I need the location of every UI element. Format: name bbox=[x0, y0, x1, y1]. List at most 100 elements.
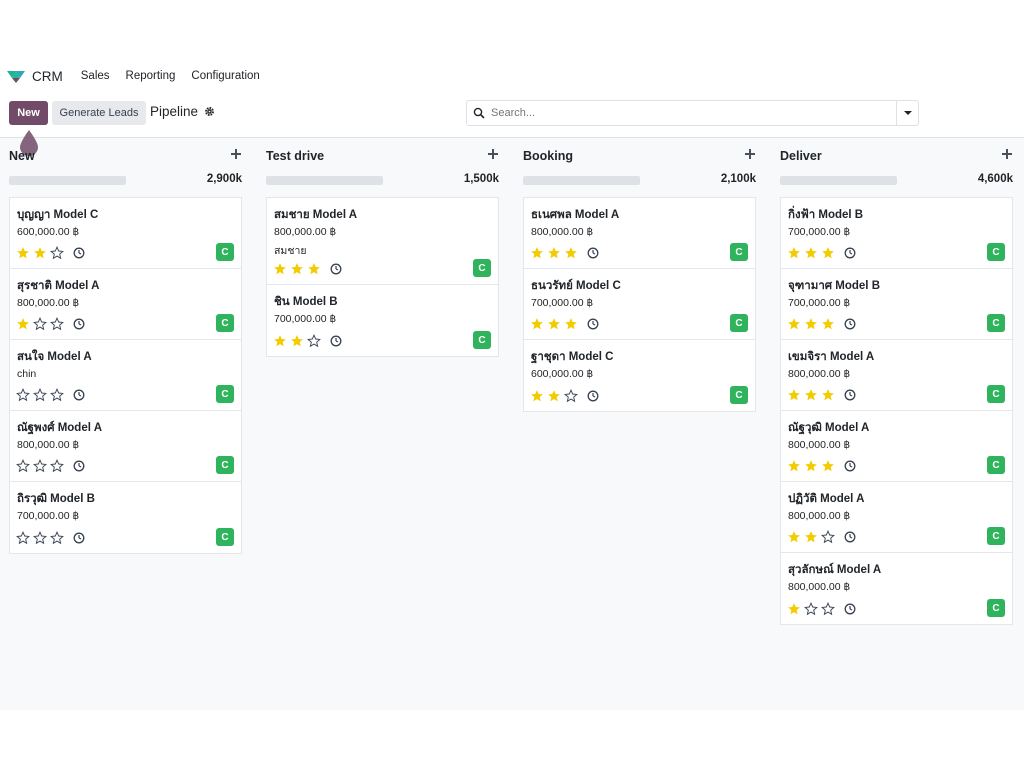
kanban-card[interactable]: ธเนศพล Model A 800,000.00 ฿ C bbox=[524, 198, 755, 269]
star-empty-icon[interactable] bbox=[33, 531, 47, 545]
star-filled-icon[interactable] bbox=[787, 530, 801, 544]
add-icon[interactable] bbox=[1002, 149, 1012, 159]
avatar[interactable]: C bbox=[987, 385, 1005, 403]
column-progress-bar[interactable] bbox=[9, 176, 126, 185]
star-empty-icon[interactable] bbox=[50, 531, 64, 545]
star-filled-icon[interactable] bbox=[787, 388, 801, 402]
star-filled-icon[interactable] bbox=[33, 246, 47, 260]
star-filled-icon[interactable] bbox=[530, 246, 544, 260]
search-options-toggle[interactable] bbox=[896, 100, 919, 126]
column-progress-bar[interactable] bbox=[780, 176, 897, 185]
star-filled-icon[interactable] bbox=[787, 246, 801, 260]
clock-icon[interactable] bbox=[844, 389, 856, 401]
clock-icon[interactable] bbox=[73, 532, 85, 544]
clock-icon[interactable] bbox=[844, 531, 856, 543]
star-empty-icon[interactable] bbox=[564, 389, 578, 403]
clock-icon[interactable] bbox=[330, 263, 342, 275]
add-icon[interactable] bbox=[231, 149, 241, 159]
column-title[interactable]: Booking bbox=[523, 149, 573, 163]
star-filled-icon[interactable] bbox=[804, 459, 818, 473]
star-empty-icon[interactable] bbox=[16, 531, 30, 545]
star-filled-icon[interactable] bbox=[821, 459, 835, 473]
avatar[interactable]: C bbox=[216, 528, 234, 546]
kanban-card[interactable]: สมชาย Model A 800,000.00 ฿สมชาย C bbox=[267, 198, 498, 285]
add-icon[interactable] bbox=[488, 149, 498, 159]
crm-logo-icon[interactable] bbox=[6, 66, 26, 86]
avatar[interactable]: C bbox=[216, 385, 234, 403]
star-filled-icon[interactable] bbox=[804, 530, 818, 544]
kanban-card[interactable]: เขมจิรา Model A 800,000.00 ฿ C bbox=[781, 340, 1012, 411]
avatar[interactable]: C bbox=[216, 456, 234, 474]
column-title[interactable]: Deliver bbox=[780, 149, 822, 163]
clock-icon[interactable] bbox=[587, 247, 599, 259]
column-title[interactable]: Test drive bbox=[266, 149, 324, 163]
star-empty-icon[interactable] bbox=[50, 459, 64, 473]
avatar[interactable]: C bbox=[987, 314, 1005, 332]
star-filled-icon[interactable] bbox=[273, 262, 287, 276]
star-filled-icon[interactable] bbox=[564, 246, 578, 260]
clock-icon[interactable] bbox=[844, 318, 856, 330]
avatar[interactable]: C bbox=[216, 314, 234, 332]
star-filled-icon[interactable] bbox=[547, 246, 561, 260]
menu-sales[interactable]: Sales bbox=[81, 70, 110, 82]
kanban-card[interactable]: ณัฐวุฒิ Model A 800,000.00 ฿ C bbox=[781, 411, 1012, 482]
star-filled-icon[interactable] bbox=[821, 388, 835, 402]
column-progress-bar[interactable] bbox=[523, 176, 640, 185]
avatar[interactable]: C bbox=[216, 243, 234, 261]
avatar[interactable]: C bbox=[473, 259, 491, 277]
clock-icon[interactable] bbox=[844, 460, 856, 472]
star-filled-icon[interactable] bbox=[804, 246, 818, 260]
avatar[interactable]: C bbox=[987, 599, 1005, 617]
search-box[interactable] bbox=[466, 100, 896, 126]
avatar[interactable]: C bbox=[730, 386, 748, 404]
menu-reporting[interactable]: Reporting bbox=[126, 70, 176, 82]
kanban-card[interactable]: ปฏิวัติ Model A 800,000.00 ฿ C bbox=[781, 482, 1012, 553]
star-filled-icon[interactable] bbox=[564, 317, 578, 331]
star-filled-icon[interactable] bbox=[787, 459, 801, 473]
avatar[interactable]: C bbox=[987, 456, 1005, 474]
star-filled-icon[interactable] bbox=[16, 246, 30, 260]
star-empty-icon[interactable] bbox=[50, 246, 64, 260]
search-input[interactable] bbox=[491, 107, 871, 119]
star-filled-icon[interactable] bbox=[787, 317, 801, 331]
star-filled-icon[interactable] bbox=[821, 317, 835, 331]
star-filled-icon[interactable] bbox=[804, 317, 818, 331]
kanban-card[interactable]: สนใจ Model A chin C bbox=[10, 340, 241, 411]
star-filled-icon[interactable] bbox=[290, 262, 304, 276]
avatar[interactable]: C bbox=[987, 527, 1005, 545]
star-empty-icon[interactable] bbox=[33, 459, 47, 473]
star-filled-icon[interactable] bbox=[530, 317, 544, 331]
star-empty-icon[interactable] bbox=[50, 388, 64, 402]
star-empty-icon[interactable] bbox=[307, 334, 321, 348]
kanban-card[interactable]: ณัฐพงศ์ Model A 800,000.00 ฿ C bbox=[10, 411, 241, 482]
add-icon[interactable] bbox=[745, 149, 755, 159]
gear-icon[interactable] bbox=[204, 106, 215, 117]
star-empty-icon[interactable] bbox=[50, 317, 64, 331]
menu-configuration[interactable]: Configuration bbox=[191, 70, 259, 82]
kanban-card[interactable]: กิ่งฟ้า Model B 700,000.00 ฿ C bbox=[781, 198, 1012, 269]
avatar[interactable]: C bbox=[730, 314, 748, 332]
star-empty-icon[interactable] bbox=[16, 459, 30, 473]
star-filled-icon[interactable] bbox=[821, 246, 835, 260]
star-filled-icon[interactable] bbox=[547, 317, 561, 331]
clock-icon[interactable] bbox=[844, 247, 856, 259]
clock-icon[interactable] bbox=[73, 460, 85, 472]
star-filled-icon[interactable] bbox=[547, 389, 561, 403]
clock-icon[interactable] bbox=[73, 389, 85, 401]
kanban-card[interactable]: ธนวรัทย์ Model C 700,000.00 ฿ C bbox=[524, 269, 755, 340]
app-name[interactable]: CRM bbox=[32, 69, 63, 84]
column-title[interactable]: New bbox=[9, 149, 35, 163]
kanban-card[interactable]: สุวลักษณ์ Model A 800,000.00 ฿ C bbox=[781, 553, 1012, 624]
kanban-card[interactable]: ฐาชุดา Model C 600,000.00 ฿ C bbox=[524, 340, 755, 411]
star-empty-icon[interactable] bbox=[821, 602, 835, 616]
star-filled-icon[interactable] bbox=[290, 334, 304, 348]
kanban-card[interactable]: บุญญา Model C 600,000.00 ฿ C bbox=[10, 198, 241, 269]
star-filled-icon[interactable] bbox=[804, 388, 818, 402]
clock-icon[interactable] bbox=[73, 318, 85, 330]
star-empty-icon[interactable] bbox=[804, 602, 818, 616]
clock-icon[interactable] bbox=[587, 390, 599, 402]
clock-icon[interactable] bbox=[73, 247, 85, 259]
kanban-card[interactable]: สุรชาติ Model A 800,000.00 ฿ C bbox=[10, 269, 241, 340]
clock-icon[interactable] bbox=[844, 603, 856, 615]
star-empty-icon[interactable] bbox=[33, 388, 47, 402]
